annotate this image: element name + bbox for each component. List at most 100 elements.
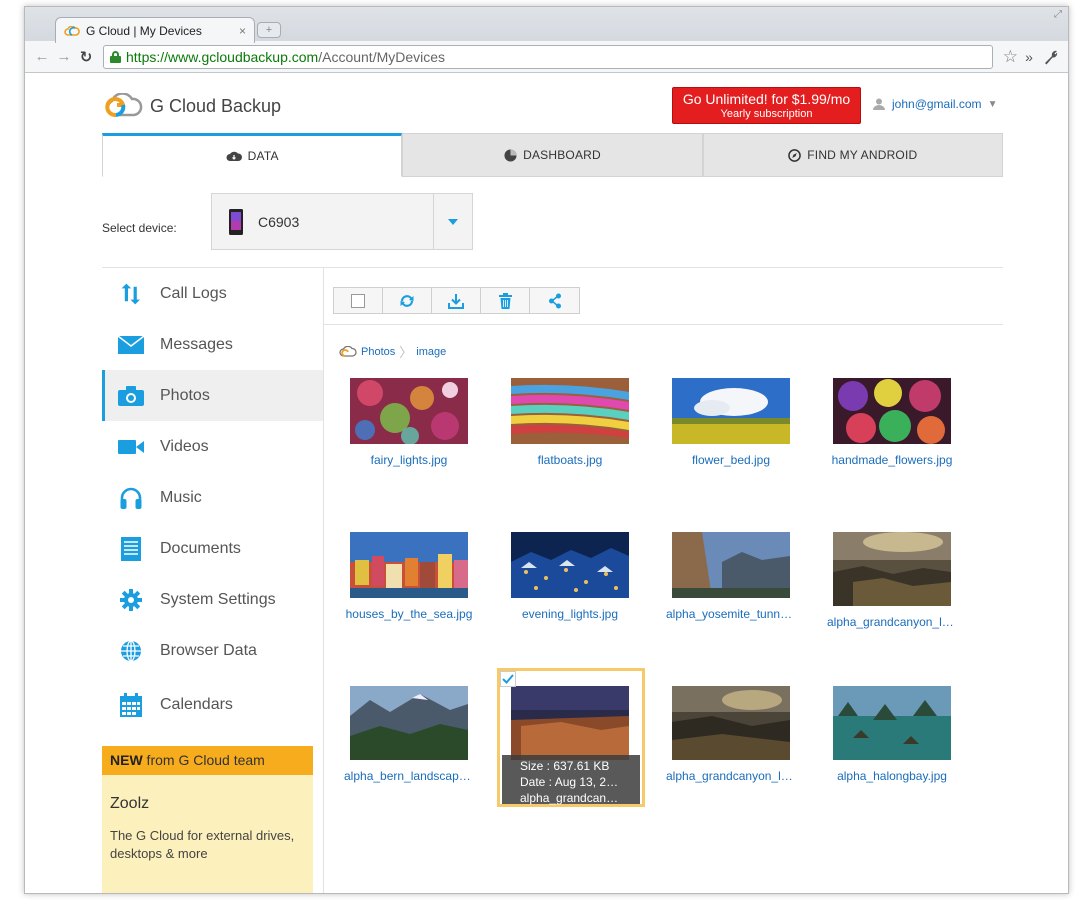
promo-line1: Go Unlimited! for $1.99/mo [682, 91, 851, 107]
user-email: john@gmail.com [892, 97, 982, 111]
cloud-icon [339, 346, 357, 357]
photo-thumbnail [672, 532, 790, 598]
sidebar-item-messages[interactable]: Messages [102, 319, 323, 370]
wrench-icon[interactable] [1040, 46, 1062, 68]
gcloud-logo[interactable]: G Cloud Backup [102, 93, 281, 119]
photo-item[interactable]: flatboats.jpg [495, 378, 645, 467]
bookmark-star-icon[interactable]: ☆ [1003, 47, 1018, 67]
photo-item[interactable]: alpha_bern_landscape… [334, 686, 484, 783]
photo-filename: fairy_lights.jpg [370, 453, 448, 467]
forward-arrow-icon[interactable]: → [53, 46, 75, 68]
photo-action-bar [333, 287, 580, 314]
compass-icon [788, 148, 802, 162]
refresh-icon [400, 294, 414, 307]
photo-thumbnail [350, 532, 468, 598]
close-tab-icon[interactable]: × [239, 24, 246, 38]
photo-item[interactable]: flower_bed.jpg [656, 378, 806, 467]
gcloud-logo-icon [105, 93, 143, 118]
promo-box-header: NEW from G Cloud team [102, 746, 313, 775]
restore-window-icon[interactable]: ⤢ [1054, 9, 1062, 20]
select-all-checkbox[interactable] [334, 288, 383, 313]
breadcrumb-root[interactable]: Photos [361, 346, 395, 358]
photo-filename: evening_lights.jpg [521, 607, 619, 621]
sidebar-item-label: Messages [160, 335, 233, 353]
user-menu[interactable]: john@gmail.com ▼ [873, 97, 997, 111]
breadcrumb: Photos 〉 image [339, 342, 446, 361]
photo-filename: alpha_grandcanyon_la… [666, 769, 796, 783]
download-icon [448, 293, 464, 309]
browser-titlebar: G Cloud | My Devices × + ⤢ [25, 7, 1068, 43]
photo-item[interactable]: evening_lights.jpg [495, 532, 645, 621]
tab-find-my-android-label: FIND MY ANDROID [807, 148, 918, 162]
photo-filename: houses_by_the_sea.jpg [345, 607, 473, 621]
device-dropdown[interactable]: C6903 [211, 193, 473, 250]
photo-item[interactable]: alpha_yosemite_tunne… [656, 532, 806, 621]
headphones-icon [118, 485, 144, 511]
breadcrumb-separator: 〉 [399, 345, 413, 360]
zoolz-promo-box[interactable]: NEW from G Cloud team Zoolz The G Cloud … [102, 746, 313, 893]
photo-filename: handmade_flowers.jpg [831, 453, 953, 467]
back-arrow-icon[interactable]: ← [31, 46, 53, 68]
photo-thumbnail [672, 686, 790, 760]
browser-tab[interactable]: G Cloud | My Devices × [55, 17, 255, 43]
globe-icon [118, 638, 144, 664]
share-button[interactable] [530, 288, 579, 313]
photo-filename: flower_bed.jpg [691, 453, 771, 467]
photo-thumbnail [833, 378, 951, 444]
tab-data-label: DATA [247, 149, 279, 163]
photo-item[interactable]: handmade_flowers.jpg [817, 378, 967, 467]
pie-icon [504, 148, 517, 162]
sidebar-item-documents[interactable]: Documents [102, 523, 323, 574]
tab-data[interactable]: DATA [102, 133, 403, 177]
promo-box-title: Zoolz [110, 795, 150, 812]
address-bar[interactable]: https://www.gcloudbackup.com/Account/MyD… [103, 44, 993, 69]
photo-thumbnail [350, 378, 468, 445]
breadcrumb-current[interactable]: image [416, 346, 446, 358]
promo-header-text: from G Cloud team [142, 752, 265, 768]
photo-filename: alpha_bern_landscape… [344, 769, 474, 783]
download-button[interactable] [432, 288, 481, 313]
select-device-label: Select device: [102, 221, 177, 235]
url-host: https://www.gcloudbackup.com [126, 48, 319, 65]
video-camera-icon [118, 434, 144, 460]
photo-item[interactable]: alpha_grandcanyon_la… [817, 532, 967, 629]
photo-item[interactable]: alpha_grandcanyon_la… [656, 686, 806, 783]
user-icon [873, 98, 885, 110]
new-tab-button[interactable]: + [257, 22, 281, 38]
photo-item[interactable]: houses_by_the_sea.jpg [334, 532, 484, 621]
photo-filename: alpha_grandcanyon_la… [827, 615, 957, 629]
tab-dashboard[interactable]: DASHBOARD [402, 133, 703, 177]
page: G Cloud Backup Go Unlimited! for $1.99/m… [25, 73, 1068, 893]
photo-name: alpha_grandcanyo… [520, 791, 622, 805]
checkmark-icon [502, 674, 514, 684]
photo-item[interactable]: alpha_halongbay.jpg [817, 686, 967, 783]
main-tabs: DATA DASHBOARD FIND MY ANDROID [102, 133, 1003, 177]
go-unlimited-button[interactable]: Go Unlimited! for $1.99/mo Yearly subscr… [672, 87, 861, 124]
sidebar-item-music[interactable]: Music [102, 472, 323, 523]
delete-button[interactable] [481, 288, 530, 313]
more-extensions-icon[interactable]: » [1018, 46, 1040, 68]
sidebar-item-label: Photos [160, 386, 210, 404]
device-dropdown-caret[interactable] [433, 194, 472, 249]
camera-icon [118, 383, 144, 409]
promo-new-badge: NEW [110, 752, 143, 768]
sidebar-item-browser-data[interactable]: Browser Data [102, 625, 323, 676]
photo-item[interactable]: fairy_lights.jpg [334, 378, 484, 467]
sidebar-item-videos[interactable]: Videos [102, 421, 323, 472]
sidebar-item-calendars[interactable]: Calendars [102, 676, 323, 734]
call-logs-icon [118, 281, 144, 307]
photo-date: Date : Aug 13, 2013 [520, 775, 622, 789]
reload-icon[interactable]: ↻ [75, 46, 97, 68]
photo-filename: alpha_yosemite_tunne… [666, 607, 796, 621]
tab-find-my-android[interactable]: FIND MY ANDROID [702, 133, 1003, 177]
cloud-icon [226, 151, 242, 161]
refresh-button[interactable] [383, 288, 432, 313]
sidebar-item-system-settings[interactable]: System Settings [102, 574, 323, 625]
url-path: /Account/MyDevices [318, 48, 446, 65]
sidebar-item-photos[interactable]: Photos [102, 370, 323, 421]
photo-thumbnail [350, 686, 468, 760]
sidebar-item-call-logs[interactable]: Call Logs [102, 268, 323, 319]
sidebar-item-label: Music [160, 488, 202, 506]
photo-select-checkbox[interactable] [500, 671, 516, 687]
photo-filename: alpha_halongbay.jpg [837, 769, 947, 783]
